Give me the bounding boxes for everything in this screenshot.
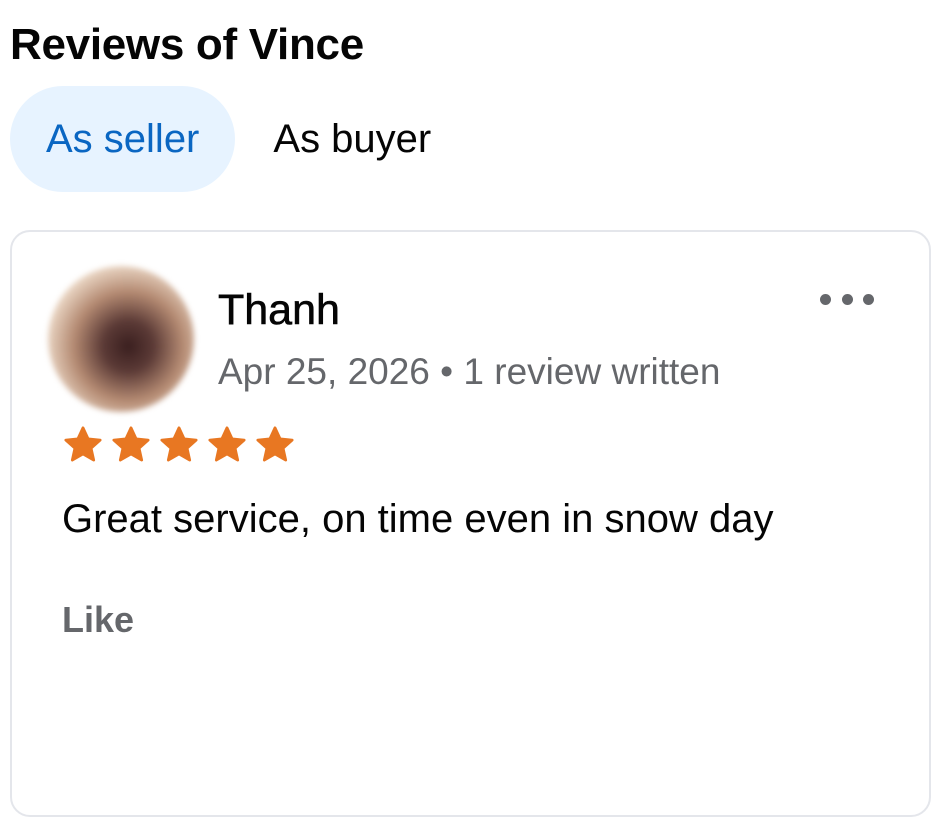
star-icon [160,426,198,462]
page-title: Reviews of Vince [10,20,364,69]
reviewer-name[interactable]: Thanh [218,284,341,336]
meta-separator: • [440,351,454,392]
tab-as-seller[interactable]: As seller [10,86,236,192]
review-text: Great service, on time even in snow day [62,497,774,541]
tab-as-buyer[interactable]: As buyer [235,86,467,192]
review-card: Thanh Apr 25, 2026 • 1 review written Gr… [10,230,931,817]
review-meta: Apr 25, 2026 • 1 review written [218,350,720,394]
review-tabs: As seller As buyer [10,86,467,192]
star-icon [64,426,102,462]
like-button[interactable]: Like [62,598,134,642]
review-count: 1 review written [463,351,721,392]
more-options-icon[interactable] [820,290,874,308]
avatar[interactable] [48,266,194,412]
star-icon [208,426,246,462]
star-rating [60,424,298,466]
review-date: Apr 25, 2026 [218,351,430,392]
star-icon [112,426,150,462]
star-icon [256,426,294,462]
